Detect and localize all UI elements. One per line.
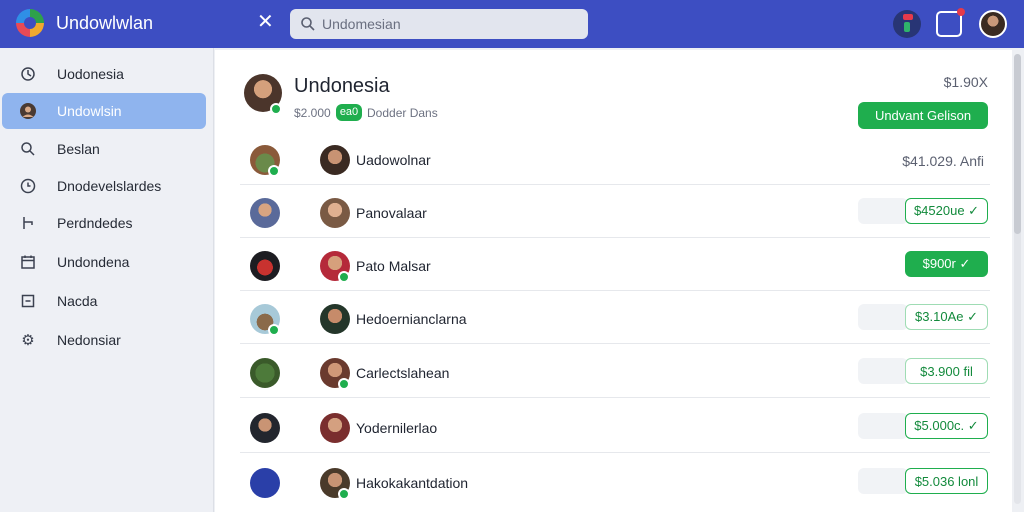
thumbnail-image [250,413,280,443]
row-name: Carlectslahean [356,365,450,381]
avatar [320,304,350,334]
amount-button[interactable]: $900r ✓ [905,251,988,277]
sidebar-item-nacda[interactable]: Nacda [2,283,206,319]
sidebar-item-undowlsin[interactable]: Undowlsin [2,93,206,129]
sidebar-item-dnodevelslardes[interactable]: Dnodevelslardes [2,168,206,204]
top-bar: Undowlwlan ✕ [0,0,1024,48]
sidebar-item-label: Dnodevelslardes [57,178,162,194]
sidebar-item-undondena[interactable]: Undondena [2,244,206,280]
list-item[interactable]: Hedoernianclarna $3.10Ae ✓ [240,292,990,344]
sidebar-item-perdndedes[interactable]: Perdndedes [2,205,206,241]
search-icon [19,140,37,158]
close-icon[interactable]: ✕ [257,12,274,32]
language-flag-icon[interactable] [893,10,921,38]
sidebar-item-label: Undondena [57,254,130,270]
list-item[interactable]: Panovalaar $4520ue ✓ [240,186,990,238]
sidebar-item-label: Uodonesia [57,66,124,82]
sidebar-item-label: Nacda [57,293,98,309]
gear-icon: ⚙ [21,332,35,349]
sidebar-item-label: Nedonsiar [57,332,121,348]
sidebar-item-label: Perdndedes [57,215,133,231]
ghost-button[interactable] [858,468,908,494]
scrollbar-thumb[interactable] [1014,54,1021,234]
share-icon[interactable] [936,8,965,37]
sidebar-item-beslan[interactable]: Beslan [2,131,206,167]
verified-check-icon [338,271,350,283]
sidebar-item-label: Beslan [57,141,100,157]
scrollbar[interactable] [1014,54,1021,504]
header-sub-text: Dodder Dans [367,106,438,120]
user-avatar[interactable] [979,10,1007,38]
row-name: Yodernilerlao [356,420,438,436]
sidebar-item-nedonsiar[interactable]: ⚙ Nedonsiar [2,322,206,358]
list-item[interactable]: Pato Malsar $900r ✓ [240,239,990,291]
amount-button[interactable]: $5.000c. ✓ [905,413,988,439]
ghost-button[interactable] [858,198,908,224]
avatar [320,413,350,443]
thumbnail-image [250,358,280,388]
search-icon [301,17,315,31]
ghost-button[interactable] [858,304,908,330]
list-item[interactable]: Uadowolnar $41.029. Anfi [240,133,990,185]
ghost-button[interactable] [858,413,908,439]
calendar-icon [19,253,37,271]
list-item[interactable]: Carlectslahean $3.900 fil [240,346,990,398]
sidebar-item-uodonesia[interactable]: Uodonesia [2,56,206,92]
header-amount: $1.90X [943,74,988,90]
row-name: Pato Malsar [356,258,431,274]
verified-check-icon [338,378,350,390]
app-title: Undowlwlan [56,13,154,33]
thumbnail-image [250,251,280,281]
square-icon [19,292,37,310]
branch-icon [19,214,37,232]
primary-action-button[interactable]: Undvant Gelison [858,102,988,129]
search-bar[interactable] [290,9,588,39]
verified-check-icon [268,165,280,177]
notification-badge [957,8,965,16]
avatar [320,198,350,228]
avatar [320,145,350,175]
row-amount: $41.029. Anfi [902,153,984,169]
page-title: Undonesia [294,75,390,97]
thumbnail-image [250,198,280,228]
row-name: Panovalaar [356,205,427,221]
row-name: Hedoernianclarna [356,311,467,327]
row-name: Hakokakantdation [356,475,469,491]
row-name: Uadowolnar [356,152,431,168]
sidebar-item-label: Undowlsin [57,103,122,119]
status-badge: ea0 [336,104,362,121]
refresh-icon [19,65,37,83]
app-logo-icon [16,9,44,37]
header-sub-amount: $2.000 [294,106,331,120]
verified-check-icon [268,324,280,336]
verified-check-icon [338,488,350,500]
list-item[interactable]: Yodernilerlao $5.000c. ✓ [240,401,990,453]
verified-check-icon [270,103,282,115]
list-item[interactable]: Hakokakantdation $5.036 lonl [240,456,990,508]
amount-button[interactable]: $3.10Ae ✓ [905,304,988,330]
thumbnail-image [250,468,280,498]
person-icon [19,102,37,120]
ghost-button[interactable] [858,358,908,384]
clock-icon [19,177,37,195]
amount-button[interactable]: $3.900 fil [905,358,988,384]
amount-button[interactable]: $4520ue ✓ [905,198,988,224]
search-input[interactable] [322,9,582,39]
amount-button[interactable]: $5.036 lonl [905,468,988,494]
